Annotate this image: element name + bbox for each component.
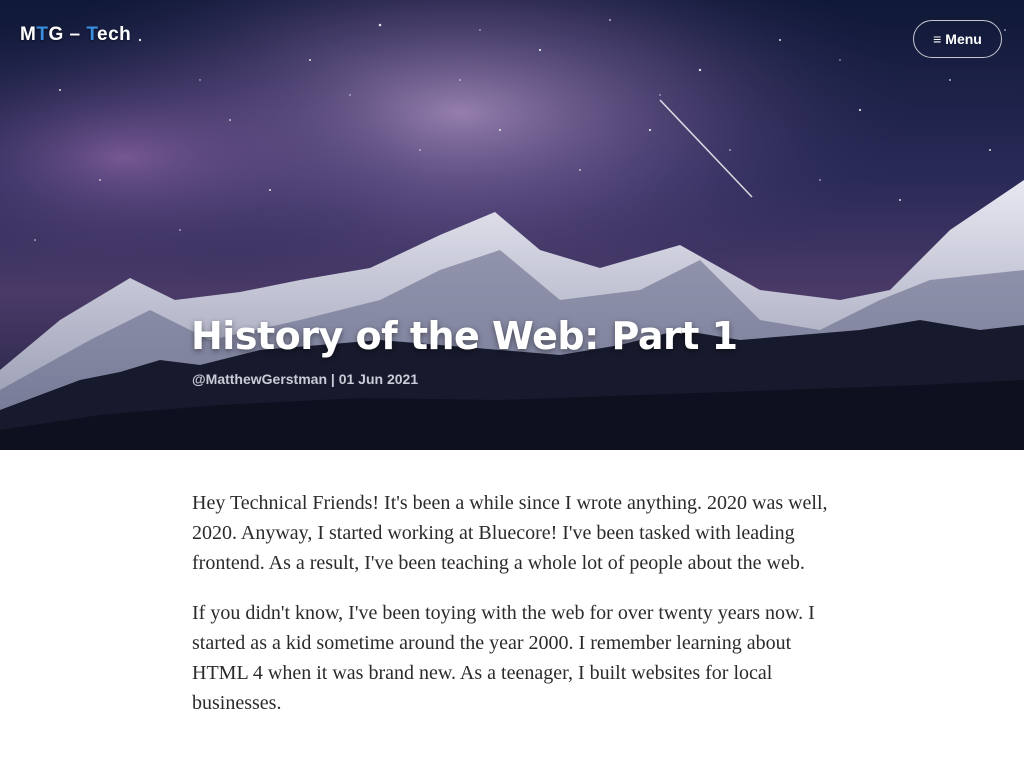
meta-separator: | [330, 371, 335, 387]
hamburger-icon: ≡ [933, 31, 942, 47]
post-date: 01 Jun 2021 [338, 371, 419, 387]
post-meta: @MatthewGerstman | 01 Jun 2021 [192, 371, 418, 387]
post-paragraph: Hey Technical Friends! It's been a while… [192, 492, 828, 574]
logo-text-2: G – [48, 24, 87, 45]
logo-accent-2: T [86, 24, 98, 45]
site-logo[interactable]: MTG – Tech [20, 24, 131, 46]
logo-text-1: M [20, 24, 37, 45]
post-author[interactable]: @MatthewGerstman [192, 371, 327, 387]
hero-banner: MTG – Tech ≡ Menu History of the Web: Pa… [0, 0, 1024, 450]
logo-accent-1: T [36, 24, 49, 45]
post-paragraph: If you didn't know, I've been toying wit… [192, 602, 815, 714]
post-body: Hey Technical Friends! It's been a while… [192, 488, 840, 738]
menu-button-label: Menu [945, 31, 982, 47]
post-title: History of the Web: Part 1 [191, 314, 738, 358]
logo-text-3: ech [97, 24, 132, 45]
hero-background-image [0, 0, 1024, 450]
menu-button[interactable]: ≡ Menu [913, 20, 1002, 58]
